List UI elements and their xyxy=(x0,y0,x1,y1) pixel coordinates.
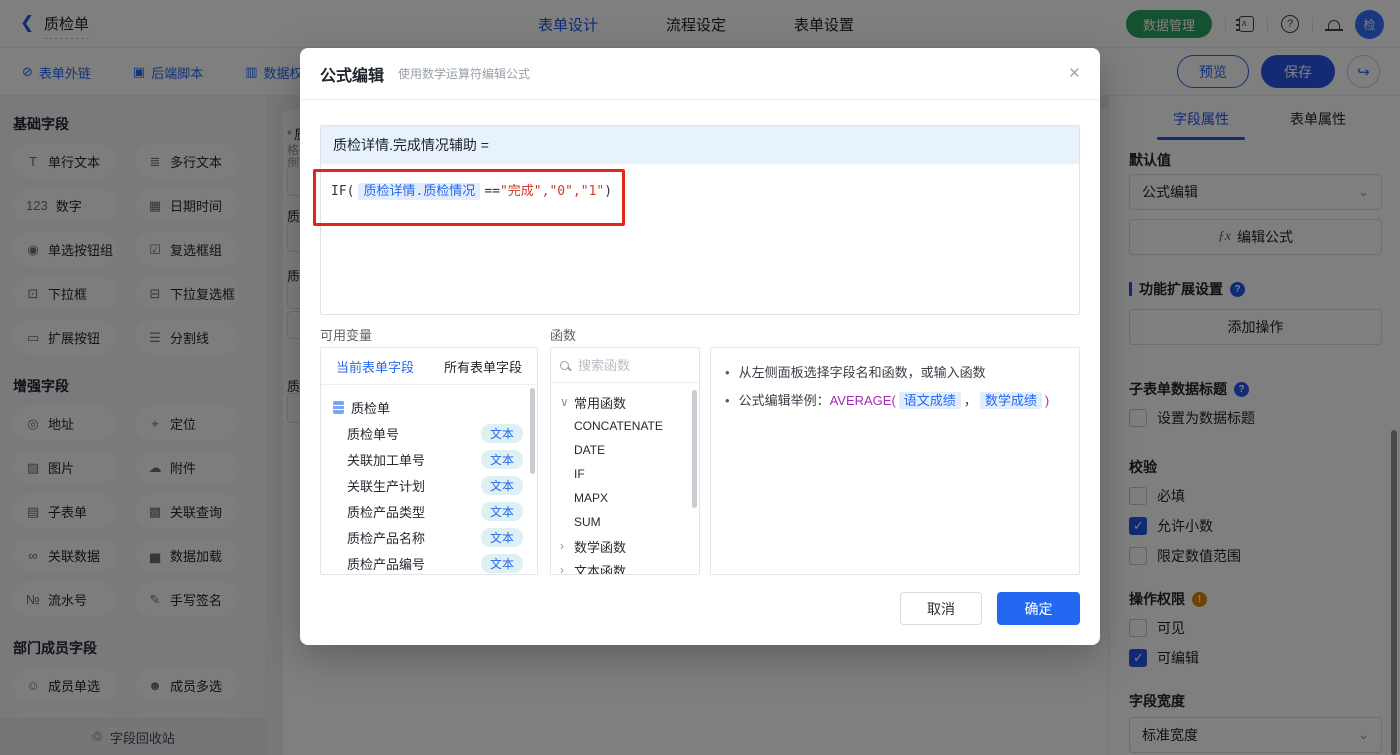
function-item[interactable]: SUM xyxy=(560,510,699,534)
form-doc-icon xyxy=(333,400,344,414)
function-item[interactable]: MAPX xyxy=(560,486,699,510)
function-group[interactable]: › 文本函数 xyxy=(560,558,699,575)
functions-panel: ∨ 常用函数 CONCATENATE DATE IF MAPX SUM xyxy=(550,347,700,575)
example-field-token: 数学成绩 xyxy=(979,392,1042,409)
help-line-2: • 公式编辑举例：AVERAGE(语文成绩，数学成绩) xyxy=(725,391,1065,410)
variable-field-row[interactable]: 关联生产计划 文本 xyxy=(333,472,531,498)
search-icon xyxy=(560,360,569,370)
function-group-label: 数学函数 xyxy=(574,539,627,555)
function-group[interactable]: › 数学函数 xyxy=(560,534,699,558)
variables-root-node[interactable]: 质检单 xyxy=(333,394,531,420)
formula-close-paren: ) xyxy=(604,184,613,199)
function-item-list: CONCATENATE DATE IF MAPX SUM xyxy=(560,414,699,534)
variable-field-name: 质检单号 xyxy=(347,426,400,442)
variable-type-badge: 文本 xyxy=(480,423,523,443)
example-close-paren: ) xyxy=(1044,393,1050,408)
formula-strings: "完成","0","1" xyxy=(499,184,605,199)
formula-target-line: 质检详情.完成情况辅助 = xyxy=(321,126,1079,164)
variable-type-badge: 文本 xyxy=(480,501,523,521)
variable-field-row[interactable]: 质检产品名称 文本 xyxy=(333,524,531,550)
variables-tree: 质检单 质检单号 文本 关联加工单号 文本 关联生产计划 文本 质检产品类型 文… xyxy=(321,385,537,574)
example-field-token: 语文成绩 xyxy=(898,392,961,409)
variable-field-row[interactable]: 关联加工单号 文本 xyxy=(333,446,531,472)
formula-operator: == xyxy=(484,184,500,199)
variable-field-name: 关联生产计划 xyxy=(347,478,426,494)
modal-subtitle: 使用数学运算符编辑公式 xyxy=(398,67,531,81)
function-search-input[interactable] xyxy=(576,356,676,374)
functions-scrollbar[interactable] xyxy=(692,390,697,508)
chevron-right-icon: › xyxy=(560,563,564,575)
bullet-icon: • xyxy=(725,393,730,408)
function-group-list: › 数学函数 › 文本函数 xyxy=(560,534,699,575)
variables-label: 可用变量 xyxy=(320,328,373,343)
functions-tree: ∨ 常用函数 CONCATENATE DATE IF MAPX SUM › 数学… xyxy=(551,383,699,575)
formula-help-panel: • 从左侧面板选择字段名和函数，或输入函数 • 公式编辑举例：AVERAGE(语… xyxy=(710,347,1080,575)
function-item[interactable]: CONCATENATE xyxy=(560,414,699,438)
function-item[interactable]: IF xyxy=(560,462,699,486)
variable-field-name: 关联加工单号 xyxy=(347,452,426,468)
example-separator: ， xyxy=(963,393,977,408)
formula-edit-modal: 公式编辑 使用数学运算符编辑公式 × 质检详情.完成情况辅助 = IF(质检详情… xyxy=(300,48,1100,645)
variables-scrollbar[interactable] xyxy=(530,388,535,474)
variable-type-badge: 文本 xyxy=(480,527,523,547)
variable-field-name: 质检产品名称 xyxy=(347,530,426,546)
chevron-right-icon: › xyxy=(560,539,564,553)
chevron-down-icon: ∨ xyxy=(560,395,569,409)
close-icon[interactable]: × xyxy=(1069,64,1080,83)
tab-all-form-fields[interactable]: 所有表单字段 xyxy=(429,348,537,384)
example-prefix: 公式编辑举例： xyxy=(738,393,830,408)
functions-label: 函数 xyxy=(550,328,577,343)
modal-title: 公式编辑 xyxy=(320,67,385,85)
variable-type-badge: 文本 xyxy=(480,449,523,469)
formula-editor: 质检详情.完成情况辅助 = IF(质检详情.质检情况 =="完成","0","1"… xyxy=(320,125,1080,315)
function-group-common[interactable]: ∨ 常用函数 xyxy=(560,390,699,414)
formula-input-area[interactable]: IF(质检详情.质检情况 =="完成","0","1") xyxy=(321,164,1079,314)
variable-field-name: 质检产品类型 xyxy=(347,504,426,520)
tab-current-form-fields[interactable]: 当前表单字段 xyxy=(321,348,429,384)
help-text-1: 从左侧面板选择字段名和函数，或输入函数 xyxy=(738,365,986,380)
formula-field-token[interactable]: 质检详情.质检情况 xyxy=(358,183,481,200)
bullet-icon: • xyxy=(725,365,730,380)
cancel-button[interactable]: 取消 xyxy=(900,592,982,625)
formula-function: IF( xyxy=(331,184,355,199)
help-line-1: • 从左侧面板选择字段名和函数，或输入函数 xyxy=(725,363,1065,382)
variable-type-badge: 文本 xyxy=(480,553,523,573)
function-item[interactable]: DATE xyxy=(560,438,699,462)
app-window: ❮ 质检单 表单设计 流程设定 表单设置 数据管理 检 ⊘ 表单外链 xyxy=(0,0,1400,755)
function-group-label: 文本函数 xyxy=(574,563,627,575)
variables-panel: 当前表单字段 所有表单字段 质检单 质检单号 文本 关联加工单号 文本 关联生产… xyxy=(320,347,538,575)
variables-root-label: 质检单 xyxy=(351,400,391,416)
variable-field-row[interactable]: 质检产品编号 文本 xyxy=(333,550,531,574)
modal-header: 公式编辑 使用数学运算符编辑公式 × xyxy=(300,48,1100,100)
variable-field-name: 质检产品编号 xyxy=(347,556,426,572)
confirm-button[interactable]: 确定 xyxy=(997,592,1080,625)
function-group-label: 常用函数 xyxy=(574,395,627,411)
function-search[interactable] xyxy=(551,348,699,383)
variables-tabs: 当前表单字段 所有表单字段 xyxy=(321,348,537,385)
variable-field-row[interactable]: 质检单号 文本 xyxy=(333,420,531,446)
variable-type-badge: 文本 xyxy=(480,475,523,495)
variables-field-list: 质检单号 文本 关联加工单号 文本 关联生产计划 文本 质检产品类型 文本 质检… xyxy=(333,420,531,574)
help-text-2: 公式编辑举例：AVERAGE(语文成绩，数学成绩) xyxy=(738,391,1050,410)
example-function: AVERAGE( xyxy=(829,393,896,408)
variable-field-row[interactable]: 质检产品类型 文本 xyxy=(333,498,531,524)
